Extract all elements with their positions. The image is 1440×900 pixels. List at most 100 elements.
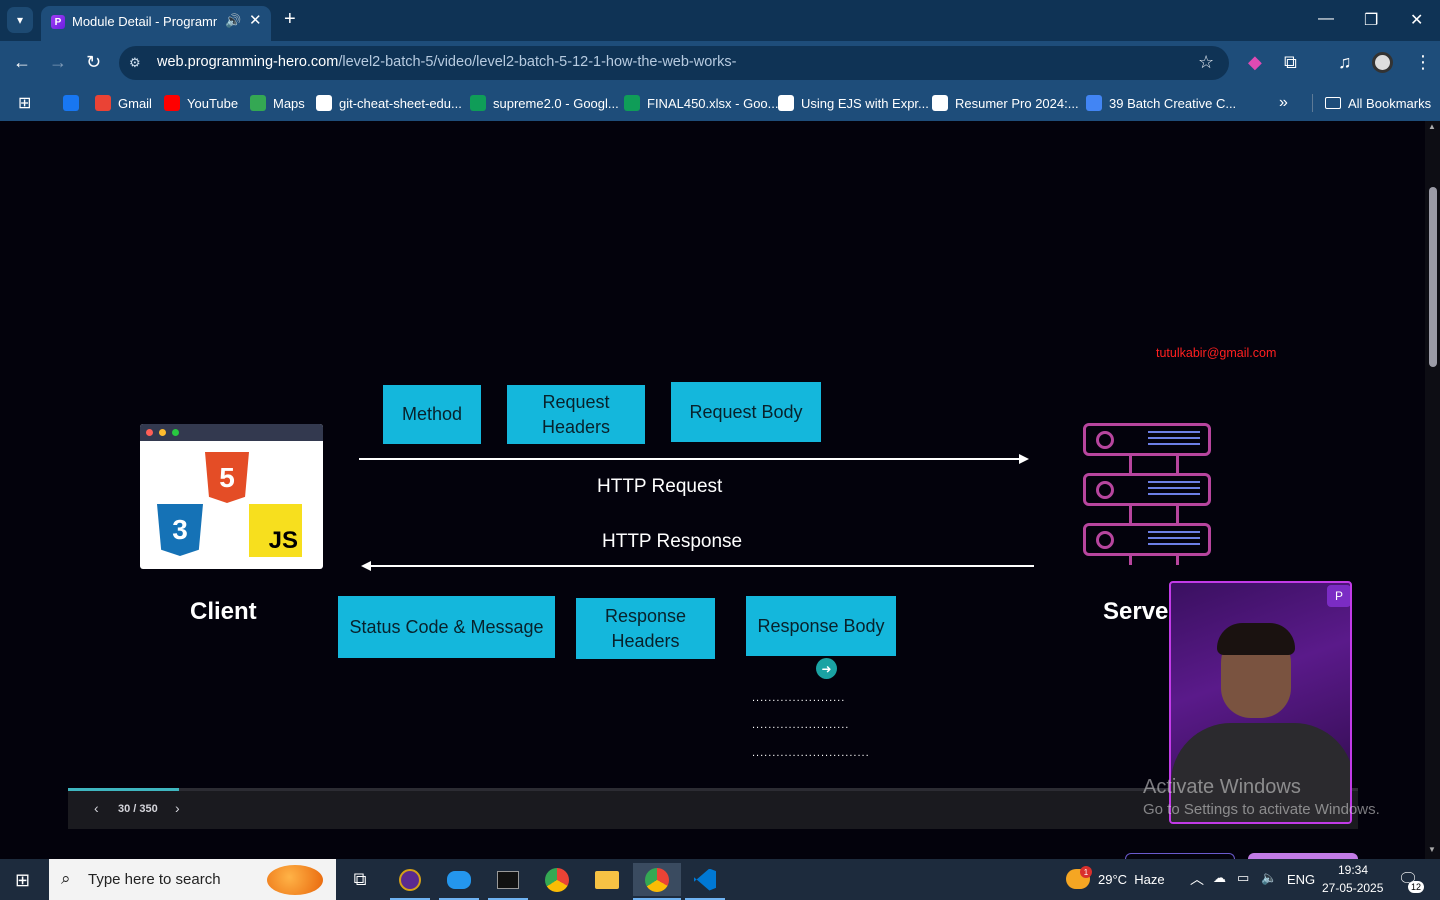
bookmark-item[interactable]: supreme2.0 - Googl... <box>470 92 619 114</box>
bookmark-label: supreme2.0 - Googl... <box>493 95 619 111</box>
extensions-puzzle-icon[interactable]: ⧉ <box>1284 52 1297 73</box>
extension-icon[interactable]: ◆ <box>1248 52 1262 73</box>
active-tab[interactable]: P Module Detail - Programming Hero 🔊 ✕ <box>41 6 271 41</box>
clock-time[interactable]: 19:34 <box>1338 863 1368 877</box>
browser-toolbar: ← → ↻ ⚙ web.programming-hero.com/level2-… <box>0 41 1440 85</box>
notification-count-badge: 12 <box>1408 881 1424 893</box>
server-rack-icon <box>1083 423 1213 568</box>
menu-kebab-icon[interactable]: ⋮ <box>1414 52 1432 73</box>
tab-title: Module Detail - Programming Hero <box>72 14 217 29</box>
file-explorer-icon[interactable] <box>587 863 627 896</box>
tab-search-chevron-icon[interactable]: ▾ <box>7 7 33 33</box>
request-headers-box: Request Headers <box>507 385 645 444</box>
chrome-profile-icon[interactable] <box>633 863 681 896</box>
bookmark-item[interactable]: FINAL450.xlsx - Goo... <box>624 92 779 114</box>
server-slots-3 <box>1148 531 1200 547</box>
profile-avatar[interactable] <box>1372 52 1393 73</box>
tray-chevron-up-icon[interactable]: ︿ <box>1190 869 1204 889</box>
programming-hero-favicon-icon: P <box>51 15 65 29</box>
bookmark-item[interactable]: git-cheat-sheet-edu... <box>316 92 462 114</box>
http-request-label: HTTP Request <box>597 476 723 497</box>
server-led-3 <box>1096 531 1114 549</box>
weather-text[interactable]: 29°C Haze <box>1098 872 1165 887</box>
bookmark-item[interactable]: Gmail <box>95 92 152 114</box>
language-indicator[interactable]: ENG <box>1287 872 1315 887</box>
response-headers-box: Response Headers <box>576 598 715 659</box>
address-bar[interactable]: ⚙ web.programming-hero.com/level2-batch-… <box>119 46 1229 80</box>
server-unit-2 <box>1083 473 1211 506</box>
bookmark-star-icon[interactable]: ☆ <box>1198 52 1214 73</box>
clock-date[interactable]: 27-05-2025 <box>1322 881 1383 895</box>
scroll-up-icon[interactable]: ▲ <box>1428 122 1436 131</box>
tab-strip: ▾ P Module Detail - Programming Hero 🔊 ✕… <box>0 0 1440 41</box>
chrome-icon[interactable] <box>537 863 577 896</box>
more-bookmarks-chevron-icon[interactable]: » <box>1279 92 1288 114</box>
slide-page-count: 30 / 350 <box>118 803 158 815</box>
sheets-icon <box>624 95 640 111</box>
bookmark-label: Maps <box>273 95 305 111</box>
bookmark-label: Resumer Pro 2024:... <box>955 95 1079 111</box>
task-view-icon[interactable]: ⧉ <box>340 863 380 896</box>
http-response-label: HTTP Response <box>602 531 743 552</box>
gmail-icon <box>95 95 111 111</box>
docker-icon[interactable] <box>439 863 479 896</box>
sheets-icon <box>470 95 486 111</box>
volume-icon[interactable]: 🔈 <box>1261 870 1277 886</box>
next-slide-chevron-icon[interactable]: › <box>175 800 180 816</box>
reload-icon[interactable]: ↻ <box>86 52 101 73</box>
all-bookmarks-label: All Bookmarks <box>1348 95 1432 111</box>
docs-icon <box>1086 95 1102 111</box>
restore-icon[interactable]: ❐ <box>1364 10 1378 30</box>
vscode-icon[interactable] <box>685 863 725 896</box>
taskbar-search[interactable]: ⌕ Type here to search <box>49 859 336 900</box>
dots-line-1: ....................... <box>752 692 846 704</box>
bookmark-item[interactable]: Resumer Pro 2024:... <box>932 92 1079 114</box>
bookmark-item[interactable]: YouTube <box>164 92 238 114</box>
bookmark-item[interactable]: Using EJS with Expr... <box>778 92 929 114</box>
cursor-pointer-icon: ➜ <box>816 658 837 679</box>
back-arrow-icon[interactable]: ← <box>13 52 31 73</box>
status-code-box: Status Code & Message <box>338 596 555 658</box>
url-host: web.programming-hero.com <box>157 54 339 70</box>
prev-slide-chevron-icon[interactable]: ‹ <box>94 800 99 816</box>
bookmarks-divider <box>1312 94 1313 112</box>
instructor-hair <box>1217 623 1295 655</box>
youtube-icon <box>164 95 180 111</box>
server-slots-2 <box>1148 481 1200 497</box>
cloud-offline-icon[interactable]: ☁ <box>1213 870 1226 886</box>
github-icon <box>778 95 794 111</box>
server-slots-1 <box>1148 431 1200 447</box>
all-bookmarks[interactable]: All Bookmarks <box>1325 92 1431 114</box>
css3-logo-icon: 3 <box>157 504 203 556</box>
yellow-dot <box>159 429 166 436</box>
html5-logo-icon: 5 <box>205 452 249 503</box>
windows-start-icon[interactable]: ⊞ <box>15 871 33 889</box>
forward-arrow-icon[interactable]: → <box>49 52 67 73</box>
bookmark-item[interactable]: Maps <box>250 92 305 114</box>
terminal-icon[interactable] <box>488 863 528 896</box>
tab-close-icon[interactable]: ✕ <box>249 11 262 29</box>
network-icon[interactable]: ▭ <box>1237 870 1249 886</box>
apps-grid-icon[interactable]: ⊞ <box>18 92 31 114</box>
watermark-email: tutulkabir@gmail.com <box>1156 346 1277 360</box>
app-purple-icon[interactable] <box>390 863 430 896</box>
bookmark-item[interactable] <box>63 92 79 114</box>
request-body-box: Request Body <box>671 382 821 442</box>
green-dot <box>172 429 179 436</box>
scrollbar-thumb[interactable] <box>1429 187 1437 367</box>
url-text[interactable]: web.programming-hero.com/level2-batch-5/… <box>157 54 736 70</box>
new-tab-plus-icon[interactable]: + <box>284 9 296 29</box>
minimize-icon[interactable]: — <box>1318 10 1334 28</box>
speaker-icon[interactable]: 🔊 <box>225 13 241 29</box>
scroll-down-icon[interactable]: ▼ <box>1428 845 1436 854</box>
window-close-icon[interactable]: ✕ <box>1410 10 1423 30</box>
bookmark-label: YouTube <box>187 95 239 111</box>
media-control-icon[interactable]: ♫ <box>1338 52 1352 73</box>
server-unit-1 <box>1083 423 1211 456</box>
page-scrollbar[interactable]: ▲ ▼ <box>1425 121 1440 859</box>
bookmark-item[interactable]: 39 Batch Creative C... <box>1086 92 1236 114</box>
red-dot <box>146 429 153 436</box>
site-info-icon[interactable]: ⚙ <box>129 55 145 71</box>
bookmark-label: 39 Batch Creative C... <box>1109 95 1237 111</box>
github-icon <box>316 95 332 111</box>
